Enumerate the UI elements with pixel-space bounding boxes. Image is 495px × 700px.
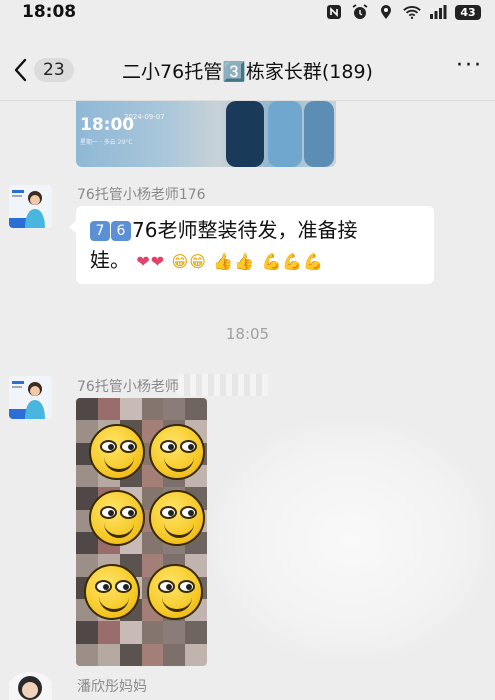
status-time: 18:08 bbox=[22, 2, 77, 22]
mosaic-cell bbox=[119, 643, 142, 666]
mosaic-cell bbox=[185, 643, 207, 666]
message-text-line1: 76老师整装待发，准备接 bbox=[132, 218, 358, 242]
mosaic-cell bbox=[97, 643, 120, 666]
chat-title: 二小76托管3️⃣栋家长群(189) bbox=[122, 61, 373, 83]
avatar[interactable] bbox=[9, 376, 52, 419]
teacher-avatar-image bbox=[9, 376, 52, 419]
mosaic-cell bbox=[119, 398, 142, 421]
status-icons: 43 bbox=[325, 4, 481, 20]
keycap-7-icon: 7 bbox=[90, 221, 110, 241]
status-bar: 18:08 43 bbox=[0, 0, 495, 26]
alarm-icon bbox=[352, 4, 368, 19]
wifi-icon bbox=[403, 6, 421, 20]
mosaic-cell bbox=[76, 643, 98, 666]
mosaic-cell bbox=[119, 621, 142, 644]
battery-icon: 43 bbox=[455, 4, 481, 20]
photo-weather: 星期一 · 多云 29°C bbox=[80, 139, 133, 146]
mosaic-cell bbox=[97, 398, 120, 421]
rolling-eyes-emoji-icon bbox=[149, 424, 205, 480]
mosaic-cell bbox=[185, 621, 207, 644]
message-bubble[interactable]: 7 6 76老师整装待发，准备接 娃。 ❤❤ 😁😁 👍👍 💪💪💪 bbox=[69, 206, 434, 284]
avatar[interactable] bbox=[9, 672, 52, 700]
chat-header: 23 二小76托管3️⃣栋家长群(189) ··· bbox=[0, 44, 495, 96]
location-icon bbox=[381, 5, 391, 19]
thumbs-up-emoji-icon: 👍👍 bbox=[213, 252, 256, 271]
teacher-avatar-image bbox=[9, 185, 52, 228]
rolling-eyes-emoji-icon bbox=[84, 564, 140, 620]
muscle-emoji-icon: 💪💪💪 bbox=[261, 252, 325, 271]
mosaic-cell bbox=[163, 643, 186, 666]
nfc-icon bbox=[327, 5, 341, 19]
sender-name: 潘欣彤妈妈 bbox=[77, 679, 147, 695]
more-dots-icon[interactable]: ··· bbox=[456, 55, 483, 77]
message-text-line2: 娃。 bbox=[90, 248, 130, 272]
mosaic-cell bbox=[76, 621, 98, 644]
heart-emoji-icon: ❤❤ bbox=[136, 252, 166, 271]
chat-timestamp: 18:05 bbox=[225, 325, 270, 343]
parent-avatar-image bbox=[9, 672, 52, 700]
grin-emoji-icon: 😁😁 bbox=[171, 252, 207, 271]
mosaic-cell bbox=[141, 621, 164, 644]
rolling-eyes-emoji-icon bbox=[89, 490, 145, 546]
mosaic-cell bbox=[163, 621, 186, 644]
rolling-eyes-emoji-icon bbox=[147, 564, 203, 620]
avatar[interactable] bbox=[9, 185, 52, 228]
keycap-6-icon: 6 bbox=[111, 221, 131, 241]
mosaic-cell bbox=[141, 643, 164, 666]
mosaic-cell bbox=[141, 398, 164, 421]
rolling-eyes-emoji-icon bbox=[149, 490, 205, 546]
sender-name: 76托管小杨老师176 bbox=[77, 187, 206, 203]
previous-photo-message[interactable]: 18:00 2024-09-07 星期一 · 多云 29°C bbox=[76, 101, 336, 167]
signal-icon bbox=[430, 5, 447, 19]
mosaic-cell bbox=[185, 398, 207, 421]
mosaic-cell bbox=[163, 398, 186, 421]
photo-date: 2024-09-07 bbox=[124, 113, 165, 121]
mosaic-cell bbox=[76, 398, 98, 421]
rolling-eyes-emoji-icon bbox=[89, 424, 145, 480]
mosaic-cell bbox=[97, 621, 120, 644]
white-smudge-overlay bbox=[210, 420, 490, 660]
redaction-overlay bbox=[178, 374, 268, 396]
